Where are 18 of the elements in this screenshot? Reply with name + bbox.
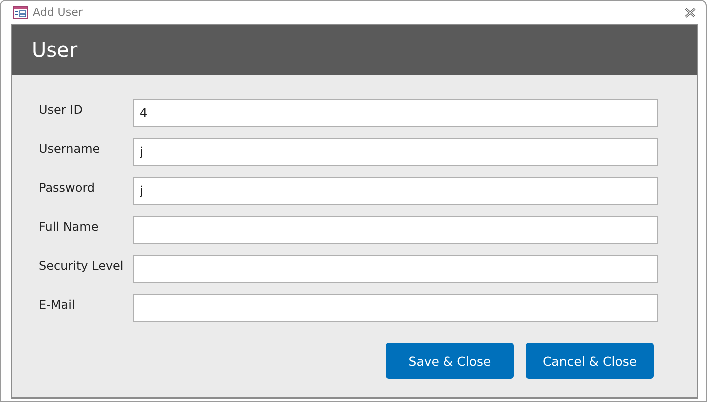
- input-field[interactable]: [133, 255, 658, 283]
- input-field[interactable]: j: [133, 177, 658, 205]
- form-title: User: [32, 38, 78, 62]
- input-field[interactable]: [133, 294, 658, 322]
- field-label: E-Mail: [39, 297, 76, 312]
- input-field[interactable]: [133, 216, 658, 244]
- window-title: Add User: [33, 6, 83, 19]
- field-label: Full Name: [39, 219, 100, 234]
- field-label: User ID: [39, 102, 84, 117]
- close-icon[interactable]: [685, 8, 696, 18]
- field-label: Username: [39, 141, 102, 156]
- input-field[interactable]: j: [133, 138, 658, 166]
- field-label: Password: [39, 180, 96, 195]
- input-field[interactable]: 4: [133, 99, 658, 127]
- action-button[interactable]: Cancel & Close: [526, 343, 654, 379]
- action-button[interactable]: Save & Close: [386, 343, 514, 379]
- form-icon: [13, 6, 28, 19]
- field-label: Security Level: [39, 258, 125, 273]
